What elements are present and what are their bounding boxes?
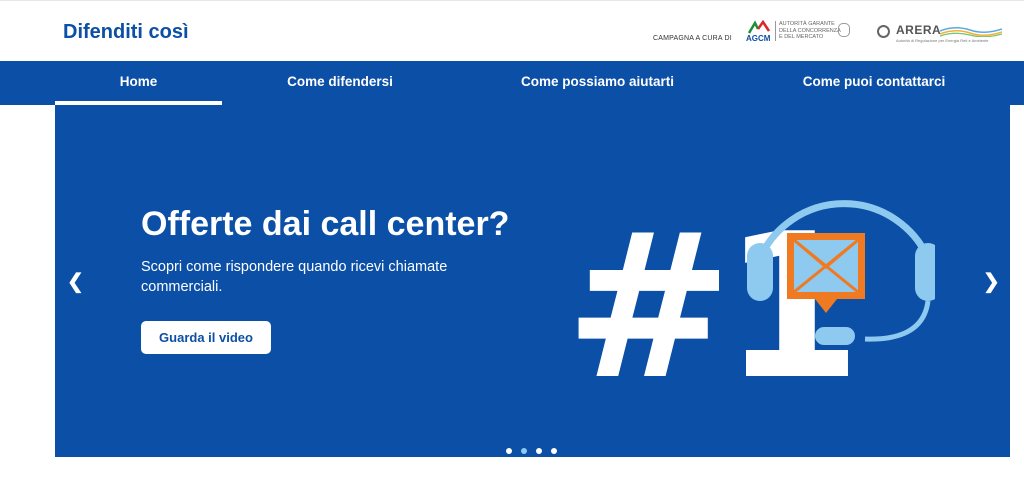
carousel-dot[interactable]: [551, 448, 557, 454]
carousel-dot[interactable]: [506, 448, 512, 454]
chevron-right-icon[interactable]: ❯: [983, 269, 1000, 294]
number-one-headset-illustration: #1: [565, 191, 935, 391]
arera-name: ARERA: [896, 23, 942, 37]
agcm-full-name: AUTORITÀ GARANTE DELLA CONCORRENZA E DEL…: [775, 21, 841, 41]
hero-subtitle: Scopri come rispondere quando ricevi chi…: [141, 259, 448, 295]
arera-logo[interactable]: ARERA Autorità di Regolazione per Energi…: [877, 23, 1002, 45]
nav-item-come-puoi-contattarci[interactable]: Come puoi contattarci: [770, 61, 978, 105]
arera-emblem-icon: [877, 25, 890, 38]
nav-item-home[interactable]: Home: [55, 61, 222, 105]
hero-carousel: ❮ ❯ Offerte dai call center? Scopri come…: [55, 105, 1010, 457]
carousel-dots: [506, 441, 566, 454]
nav-item-come-possiamo-aiutarti[interactable]: Come possiamo aiutarti: [490, 61, 705, 105]
hero-title: Offerte dai call center?: [141, 205, 510, 243]
agcm-abbr: AGCM: [746, 34, 771, 43]
top-header: Difenditi così CAMPAGNA A CURA DI AGCM A…: [0, 0, 1024, 62]
carousel-dot[interactable]: [536, 448, 542, 454]
arera-subtitle: Autorità di Regolazione per Energia Reti…: [896, 38, 989, 43]
nav-item-come-difendersi[interactable]: Come difendersi: [255, 61, 425, 105]
agcm-line: AUTORITÀ GARANTE: [779, 21, 835, 27]
carousel-dot-active[interactable]: [521, 448, 527, 454]
agcm-logo[interactable]: AGCM AUTORITÀ GARANTE DELLA CONCORRENZA …: [746, 19, 850, 45]
republic-emblem-icon: [838, 23, 850, 37]
chevron-left-icon[interactable]: ❮: [67, 269, 84, 294]
agcm-line: E DEL MERCATO: [779, 34, 824, 40]
site-title[interactable]: Difenditi così: [63, 21, 189, 44]
main-nav: Home Come difendersi Come possiamo aiuta…: [0, 61, 1024, 105]
arera-waves-icon: [940, 27, 1002, 37]
watch-video-button[interactable]: Guarda il video: [141, 321, 271, 354]
campaign-label: CAMPAGNA A CURA DI: [653, 35, 732, 42]
